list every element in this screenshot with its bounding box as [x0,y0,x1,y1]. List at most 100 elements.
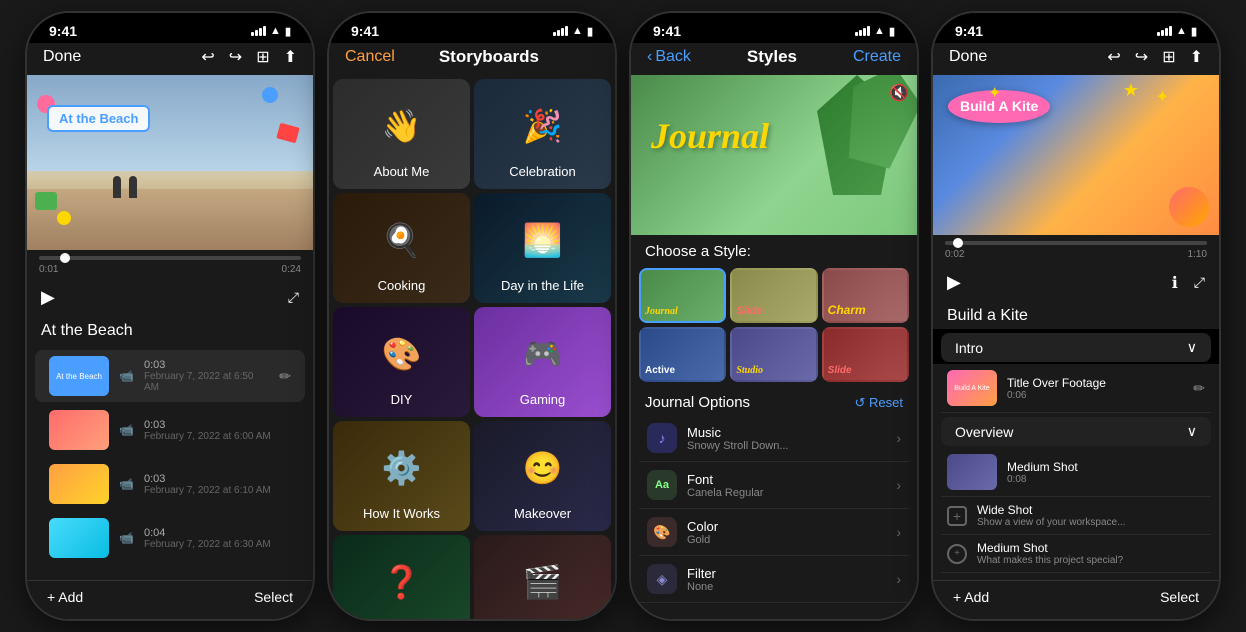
style-journal[interactable]: Journal [639,268,726,323]
filter-icon: ◈ [647,564,677,594]
select-button-4[interactable]: Select [1160,589,1199,605]
info-icon[interactable]: ℹ [1172,273,1178,293]
select-button-1[interactable]: Select [254,589,293,605]
clip-info: 0:04 February 7, 2022 at 6:30 AM [144,527,291,550]
status-bar-4: 9:41 ▲ ▮ [933,13,1219,43]
sparkle-icon-2: ✦ [1156,87,1169,107]
how-it-works-label: How It Works [333,506,470,521]
storyboard-diy[interactable]: 🎨 DIY [333,307,470,417]
intro-section-header[interactable]: Intro ∨ [941,333,1211,362]
beach-scene: At the Beach [27,75,313,250]
add-button-4[interactable]: + Add [953,589,989,605]
timeline-4[interactable]: 0:02 1:10 [933,235,1219,266]
styles-grid: Journal Slide Charm Active Studio Slide [631,264,917,386]
storyboard-gaming[interactable]: 🎮 Gaming [474,307,611,417]
storyboards-title: Storyboards [439,47,539,67]
redo-icon[interactable]: ↪ [229,47,242,67]
style-studio[interactable]: Studio [730,327,817,382]
cooking-label: Cooking [333,278,470,293]
redo-icon-4[interactable]: ↪ [1135,47,1148,67]
time-2: 9:41 [351,23,379,39]
wifi-icon-2: ▲ [572,25,583,37]
back-button[interactable]: ‹ Back [647,48,691,66]
chevron-icon: › [896,430,901,446]
editor-nav-icons: ↩ ↪ ⊞ ⬆ [201,47,297,67]
cancel-button[interactable]: Cancel [345,48,395,66]
layout-icon[interactable]: ⊞ [256,47,269,67]
styles-title: Styles [747,47,797,67]
storyboard-about-me[interactable]: 👋 About Me [333,79,470,189]
gaming-label: Gaming [474,392,611,407]
style-active[interactable]: Active [639,327,726,382]
share-icon[interactable]: ⬆ [284,47,297,67]
layout-icon-4[interactable]: ⊞ [1162,47,1175,67]
color-option[interactable]: 🎨 Color Gold › [639,509,909,556]
mute-icon[interactable]: 🔇 [889,83,909,103]
storyboard-celebration[interactable]: 🎉 Celebration [474,79,611,189]
clip-info-title: Title Over Footage 0:06 [1007,376,1183,401]
video-clip-icon: 📹 [119,477,134,491]
create-button[interactable]: Create [853,48,901,66]
style-charm[interactable]: Charm [822,268,909,323]
add-button-1[interactable]: + Add [47,589,83,605]
done-button-1[interactable]: Done [43,48,81,66]
intro-section-label: Intro [955,340,983,356]
time-3: 9:41 [653,23,681,39]
style-active-label: Active [645,365,675,376]
chevron-icon: › [896,571,901,587]
clip-item[interactable]: 📹 0:04 February 7, 2022 at 6:30 AM [35,512,305,564]
video-preview-4: Build A Kite ✦ ✦ ★ [933,75,1219,235]
storyboard-film[interactable]: 🎬 Film [474,535,611,619]
undo-icon[interactable]: ↩ [201,47,214,67]
play-button-1[interactable]: ▶ [41,287,55,308]
overview-section-header[interactable]: Overview ∨ [941,417,1211,446]
journal-options-title: Journal Options [645,394,750,411]
sparkle-icon-1: ✦ [988,83,1001,103]
done-button-4[interactable]: Done [949,48,987,66]
timeline-bar-4[interactable] [945,241,1207,245]
clip-info-wide: Wide Shot Show a view of your workspace.… [977,503,1205,528]
storyboard-makeover[interactable]: 😊 Makeover [474,421,611,531]
music-option[interactable]: ♪ Music Snowy Stroll Down... › [639,415,909,462]
playhead[interactable] [60,253,70,263]
undo-icon-4[interactable]: ↩ [1107,47,1120,67]
video-preview-1: At the Beach [27,75,313,250]
story-clip-medium2[interactable]: + Medium Shot What makes this project sp… [941,535,1211,573]
story-clip-wide[interactable]: + Wide Shot Show a view of your workspac… [941,497,1211,535]
clip-edit-icon[interactable]: ✏ [279,368,291,385]
filter-option[interactable]: ◈ Filter None › [639,556,909,603]
makeover-icon: 😊 [523,449,563,487]
style-slide2[interactable]: Slide [822,327,909,382]
story-clip-medium[interactable]: Medium Shot 0:08 [941,448,1211,497]
kite-sticker [1169,187,1209,227]
video-clip-icon: 📹 [119,369,134,383]
clip-edit-icon-4[interactable]: ✏ [1193,380,1205,397]
beach-title-overlay[interactable]: At the Beach [47,105,150,132]
font-icon: Aa [647,470,677,500]
clip-item[interactable]: At the Beach 📹 0:03 February 7, 2022 at … [35,350,305,402]
project-title-1: At the Beach [27,314,313,344]
journal-preview: Journal 🔇 [631,75,917,235]
fullscreen-button-1[interactable]: ⤢ [288,289,299,306]
timeline-bar[interactable] [39,256,301,260]
style-slide[interactable]: Slide [730,268,817,323]
reset-button[interactable]: ↺ Reset [855,395,903,411]
storyboard-cooking[interactable]: 🍳 Cooking [333,193,470,303]
choose-style-label: Choose a Style: [631,235,917,264]
storyboard-day-in-life[interactable]: 🌅 Day in the Life [474,193,611,303]
clip-item[interactable]: 📹 0:03 February 7, 2022 at 6:10 AM [35,458,305,510]
clip-item[interactable]: 📹 0:03 February 7, 2022 at 6:00 AM [35,404,305,456]
chevron-icon: › [896,524,901,540]
status-icons-4: ▲ ▮ [1157,25,1197,38]
timeline-1[interactable]: 0:01 0:24 [27,250,313,281]
storyboard-qa[interactable]: ❓ Q&A [333,535,470,619]
clip-thumb-medium [947,454,997,490]
playhead-4[interactable] [953,238,963,248]
share-icon-4[interactable]: ⬆ [1190,47,1203,67]
fullscreen-button-4[interactable]: ⤢ [1194,274,1205,291]
day-in-life-icon: 🌅 [523,221,563,259]
storyboard-how-it-works[interactable]: ⚙️ How It Works [333,421,470,531]
font-option[interactable]: Aa Font Canela Regular › [639,462,909,509]
play-button-4[interactable]: ▶ [947,272,961,293]
story-clip-title[interactable]: Build A Kite Title Over Footage 0:06 ✏ [941,364,1211,413]
